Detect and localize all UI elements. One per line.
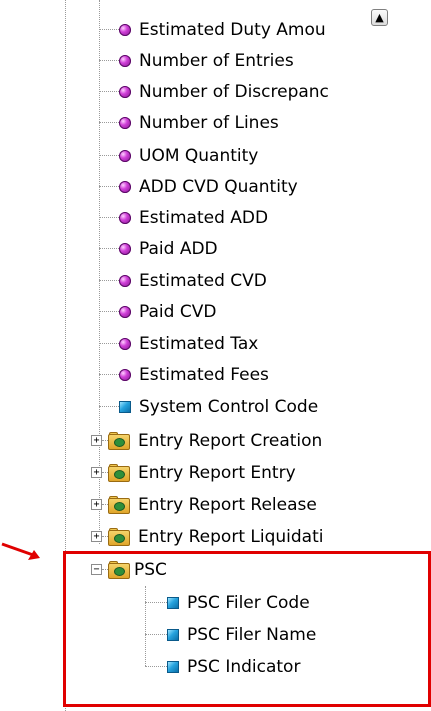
tree-item-label: System Control Code bbox=[139, 396, 319, 417]
tree-item-label: Entry Report Liquidati bbox=[138, 526, 324, 547]
tree-item-measure[interactable]: Estimated ADD bbox=[99, 202, 268, 233]
chevron-up-icon: ▲ bbox=[375, 11, 384, 24]
tree-item-measure[interactable]: Estimated CVD bbox=[99, 265, 267, 296]
measure-sphere-icon bbox=[119, 180, 131, 193]
folder-icon bbox=[108, 463, 130, 482]
tree-item-measure[interactable]: Estimated Tax bbox=[99, 328, 258, 359]
tree-item-measure[interactable]: Number of Discrepanc bbox=[99, 76, 329, 107]
highlight-box bbox=[63, 551, 431, 707]
tree-item-measure[interactable]: Number of Entries bbox=[99, 45, 294, 76]
measure-sphere-icon bbox=[119, 368, 131, 381]
expand-plus-icon[interactable]: + bbox=[91, 499, 102, 510]
tree-item-label: Entry Report Release bbox=[138, 494, 317, 515]
measure-sphere-icon bbox=[119, 242, 131, 255]
scroll-up-button[interactable]: ▲ bbox=[371, 9, 388, 26]
tree-item-label: Entry Report Entry bbox=[138, 462, 296, 483]
tree-folder-entry-report-liquidation[interactable]: + Entry Report Liquidati bbox=[91, 521, 323, 552]
tree-folder-entry-report-release[interactable]: + Entry Report Release bbox=[91, 489, 317, 520]
measure-sphere-icon bbox=[119, 211, 131, 224]
tree-folder-entry-report-creation[interactable]: + Entry Report Creation bbox=[91, 425, 322, 456]
folder-icon bbox=[108, 495, 130, 514]
measure-sphere-icon bbox=[119, 149, 131, 162]
tree-folder-entry-report-entry[interactable]: + Entry Report Entry bbox=[91, 457, 296, 488]
tree-item-label: Estimated Tax bbox=[139, 333, 259, 354]
folder-icon bbox=[108, 527, 130, 546]
tree-item-measure[interactable]: Paid ADD bbox=[99, 233, 218, 264]
tree-item-label: Entry Report Creation bbox=[138, 430, 323, 451]
measure-sphere-icon bbox=[119, 116, 131, 129]
dimension-cube-icon bbox=[119, 400, 131, 413]
tree-item-label: Estimated CVD bbox=[139, 270, 267, 291]
tree-item-label: Number of Entries bbox=[139, 50, 294, 71]
tree-item-label: UOM Quantity bbox=[139, 145, 259, 166]
tree-item-measure[interactable]: UOM Quantity bbox=[99, 140, 258, 171]
measure-sphere-icon bbox=[119, 85, 131, 98]
tree-item-label: Paid CVD bbox=[139, 301, 217, 322]
measure-sphere-icon bbox=[119, 274, 131, 287]
tree-item-label: Estimated ADD bbox=[139, 207, 269, 228]
tree-item-label: Estimated Fees bbox=[139, 364, 269, 385]
tree-item-measure[interactable]: Estimated Duty Amou bbox=[99, 14, 326, 45]
tree-item-measure[interactable]: Paid CVD bbox=[99, 296, 216, 327]
expand-plus-icon[interactable]: + bbox=[91, 531, 102, 542]
tree-item-label: Number of Lines bbox=[139, 112, 279, 133]
measure-sphere-icon bbox=[119, 23, 131, 36]
measure-sphere-icon bbox=[119, 54, 131, 67]
red-arrow-icon bbox=[1, 542, 40, 560]
measure-sphere-icon bbox=[119, 337, 131, 350]
folder-icon bbox=[108, 431, 130, 450]
expand-plus-icon[interactable]: + bbox=[91, 435, 102, 446]
tree-item-dimension[interactable]: System Control Code bbox=[99, 391, 318, 422]
tree-item-measure[interactable]: Estimated Fees bbox=[99, 359, 269, 390]
tree-item-label: Estimated Duty Amou bbox=[139, 19, 326, 40]
expand-plus-icon[interactable]: + bbox=[91, 467, 102, 478]
tree-item-measure[interactable]: ADD CVD Quantity bbox=[99, 171, 298, 202]
tree-item-label: Number of Discrepanc bbox=[139, 81, 329, 102]
tree-item-measure[interactable]: Number of Lines bbox=[99, 107, 279, 138]
measure-sphere-icon bbox=[119, 305, 131, 318]
tree-item-label: Paid ADD bbox=[139, 238, 218, 259]
tree-item-label: ADD CVD Quantity bbox=[139, 176, 298, 197]
